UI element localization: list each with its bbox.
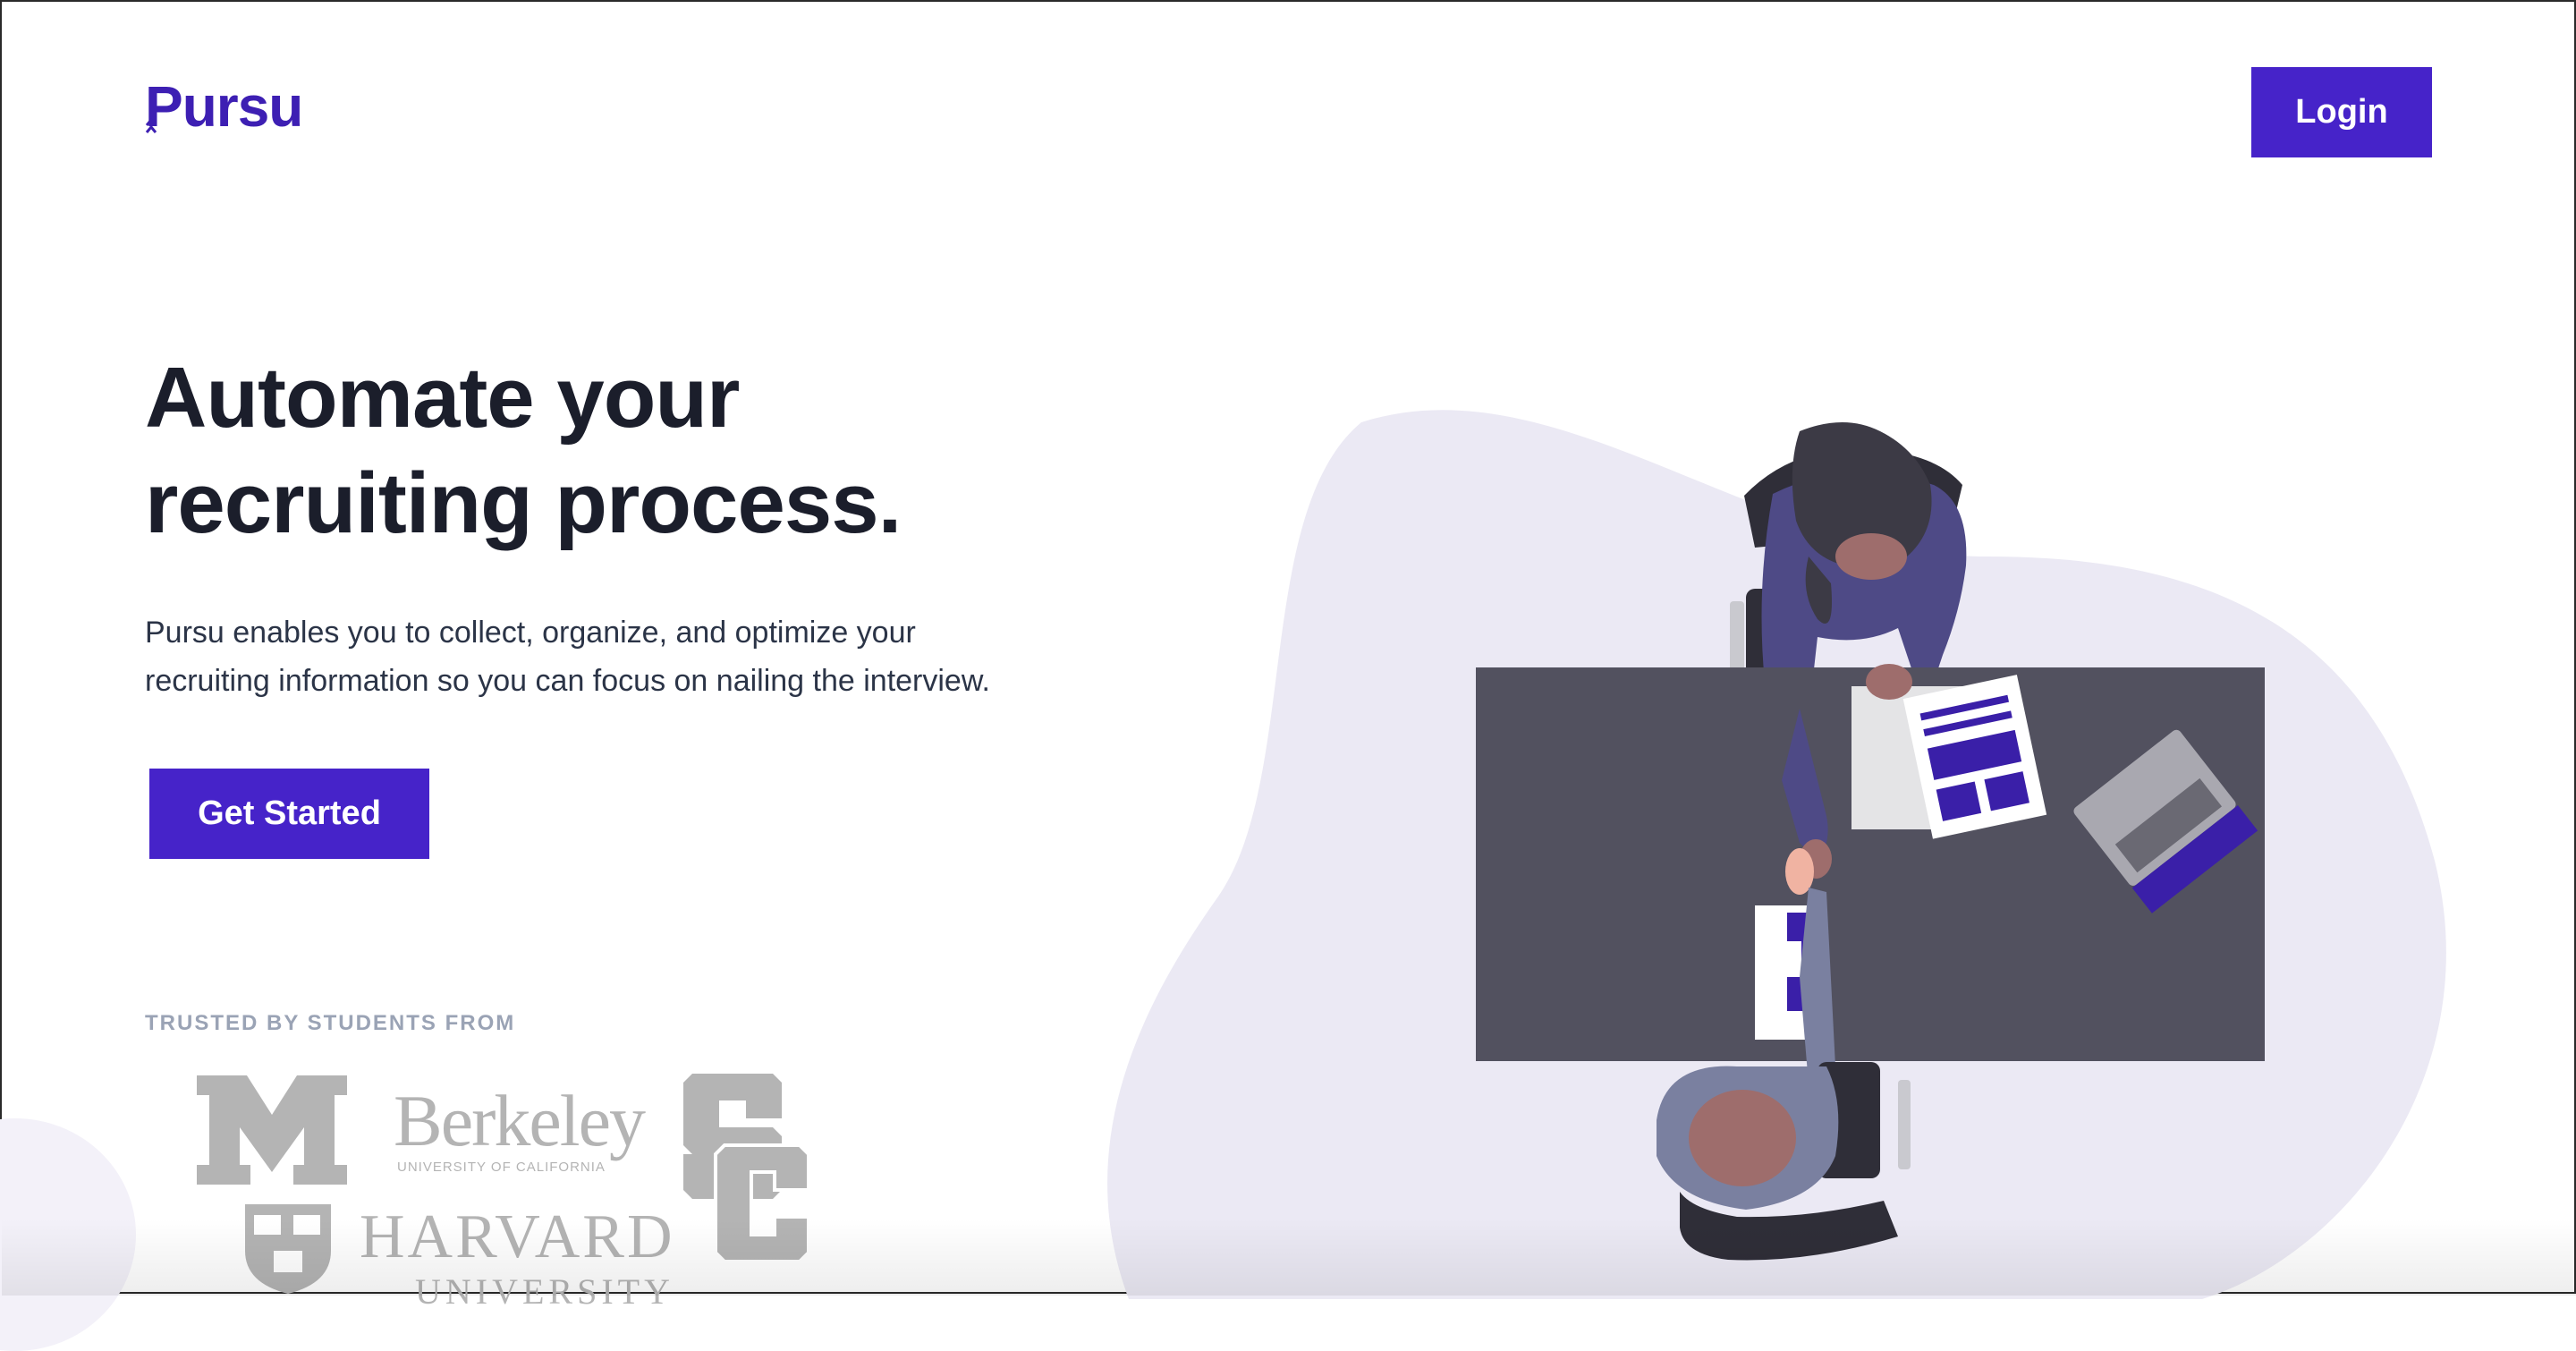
harvard-subtitle: UNIVERSITY (415, 1271, 674, 1312)
harvard-wordmark: HARVARD UNIVERSITY (360, 1206, 675, 1310)
harvard-name: HARVARD (360, 1202, 675, 1271)
get-started-button[interactable]: Get Started (149, 769, 429, 859)
decorative-blob (0, 1118, 136, 1351)
block-m-logo (197, 1075, 347, 1185)
hero-description: Pursu enables you to collect, organize, … (145, 608, 1147, 705)
hero-headline: Automate your recruiting process. (145, 345, 1129, 557)
trusted-by-label: TRUSTED BY STUDENTS FROM (145, 1011, 516, 1035)
harvard-shield-icon (245, 1204, 331, 1294)
berkeley-subtitle: UNIVERSITY OF CALIFORNIA (397, 1160, 606, 1175)
logo-text: Pursu (145, 74, 303, 139)
headline-line-1: Automate your (145, 350, 740, 446)
login-button[interactable]: Login (2251, 67, 2432, 157)
interlocking-sc-logo (683, 1074, 810, 1263)
handshake-meeting-illustration (1476, 422, 2265, 1261)
headline-line-2: recruiting process. (145, 455, 902, 551)
pursu-logo[interactable]: Pursu (145, 74, 303, 139)
berkeley-name: Berkeley (394, 1080, 646, 1161)
description-line-2: recruiting information so you can focus … (145, 664, 990, 698)
chevron-up-icon (145, 117, 157, 133)
berkeley-wordmark: Berkeley UNIVERSITY OF CALIFORNIA (394, 1080, 646, 1176)
description-line-1: Pursu enables you to collect, organize, … (145, 616, 916, 650)
